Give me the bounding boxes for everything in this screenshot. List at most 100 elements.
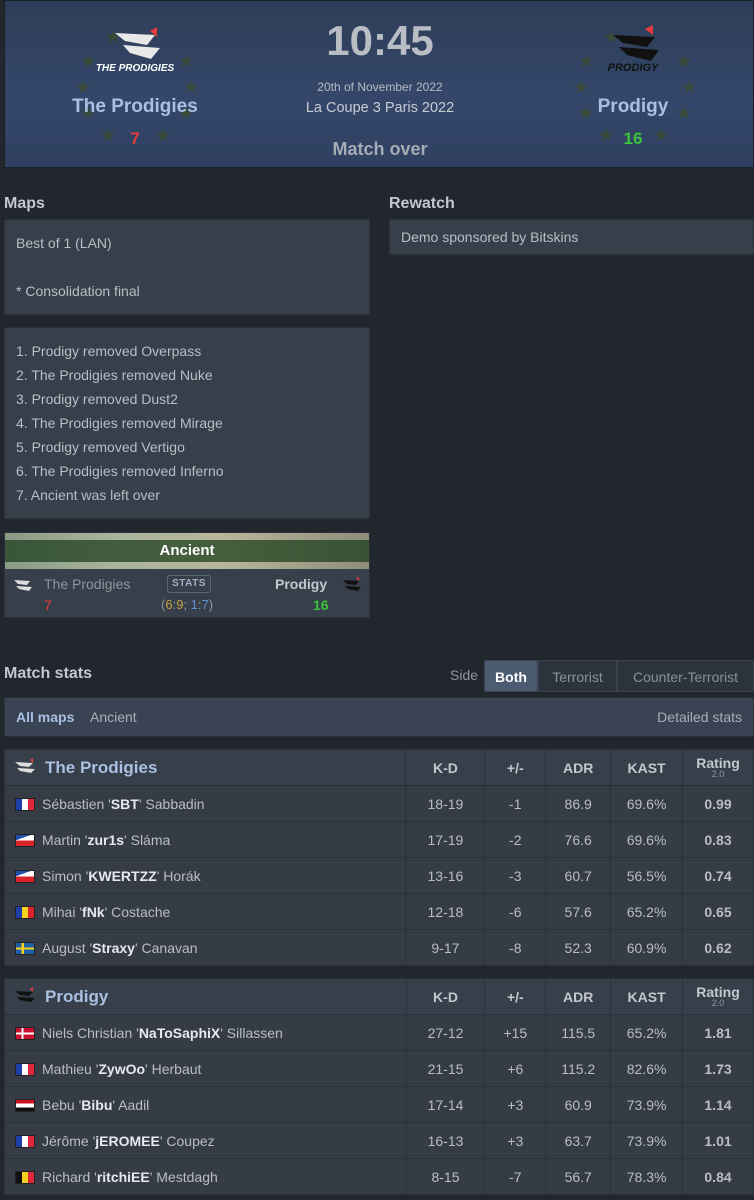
team1-name[interactable]: The Prodigies: [35, 96, 235, 118]
detailed-stats-link[interactable]: Detailed stats: [657, 709, 742, 725]
ancient-tab[interactable]: Ancient: [90, 709, 137, 725]
team2-table-name[interactable]: Prodigy: [45, 987, 108, 1006]
team1-stats-table: The Prodigies K-D +/- ADR KAST Rating 2.0…: [3, 749, 754, 966]
match-time: 10:45: [326, 17, 434, 64]
all-maps-tab[interactable]: All maps: [16, 709, 74, 725]
kd-cell: 16-13: [405, 1122, 486, 1159]
kast-cell: 73.9%: [610, 1122, 684, 1159]
player-nickname[interactable]: NaToSaphiX: [139, 1025, 220, 1041]
side-ct-tab[interactable]: Counter-Terrorist: [617, 660, 754, 692]
table-row: Mathieu 'ZywOo' Herbaut 21-15 +6 115.2 82.6%…: [4, 1050, 754, 1087]
player-nickname[interactable]: KWERTZZ: [88, 868, 156, 884]
kd-cell: 21-15: [405, 1050, 486, 1087]
player-last-name: ' Mestdagh: [149, 1168, 218, 1185]
player-cell[interactable]: Niels Christian 'NaToSaphiX' Sillassen: [4, 1014, 407, 1051]
player-cell[interactable]: Simon 'KWERTZZ' Horák: [3, 857, 407, 894]
team1-table-name[interactable]: The Prodigies: [45, 758, 157, 777]
country-flag-icon: [15, 797, 35, 811]
side-terrorist-tab[interactable]: Terrorist: [538, 660, 617, 692]
veto-line: 6. The Prodigies removed Inferno: [16, 463, 224, 479]
player-last-name: ' Canavan: [134, 939, 198, 956]
kd-cell: 17-14: [405, 1086, 486, 1123]
table-header-row: Prodigy K-D +/- ADR KAST Rating 2.0: [4, 978, 754, 1015]
kast-header: KAST: [610, 978, 684, 1015]
rating-header: Rating 2.0: [682, 749, 754, 786]
player-nickname[interactable]: fNk: [82, 904, 105, 920]
map-banner-image: Ancient: [5, 533, 369, 569]
team1-logo-text: THE PRODIGIES: [96, 63, 175, 74]
plus-minus-cell: -7: [484, 1158, 547, 1195]
player-first-name: Mathieu ': [42, 1060, 99, 1077]
team1-table-header[interactable]: The Prodigies: [3, 749, 407, 786]
demo-box[interactable]: Demo sponsored by Bitskins: [389, 219, 754, 255]
player-nickname[interactable]: jEROMEE: [95, 1133, 160, 1149]
side-both-tab[interactable]: Both: [484, 660, 538, 692]
prodigy-mini-logo: [343, 577, 361, 591]
player-cell[interactable]: Sébastien 'SBT' Sabbadin: [3, 785, 407, 822]
country-flag-icon: [15, 869, 35, 883]
team1-block[interactable]: ★ ★ ★ ★ ★ ★ ★ ★ ★ THE PRODIGIES The Prod…: [35, 1, 235, 169]
player-first-name: Richard ': [42, 1168, 97, 1185]
player-cell[interactable]: Richard 'ritchiEE' Mestdagh: [4, 1158, 407, 1195]
kast-cell: 56.5%: [610, 857, 684, 894]
player-first-name: Bebu ': [42, 1096, 82, 1113]
veto-line: 1. Prodigy removed Overpass: [16, 343, 202, 359]
team2-name[interactable]: Prodigy: [533, 96, 733, 118]
plus-minus-cell: -8: [484, 929, 547, 966]
veto-box: 1. Prodigy removed Overpass 2. The Prodi…: [4, 327, 370, 519]
adr-cell: 52.3: [545, 929, 612, 966]
adr-cell: 115.2: [545, 1050, 612, 1087]
player-cell[interactable]: Jérôme 'jEROMEE' Coupez: [4, 1122, 407, 1159]
result-team1-score: 7: [44, 597, 52, 613]
player-cell[interactable]: Mihai 'fNk' Costache: [3, 893, 407, 930]
kast-cell: 65.2%: [610, 1014, 684, 1051]
player-nickname[interactable]: SBT: [111, 796, 139, 812]
player-nickname[interactable]: Bibu: [81, 1097, 112, 1113]
country-flag-icon: [15, 905, 35, 919]
result-team1-name[interactable]: The Prodigies: [44, 576, 130, 592]
player-cell[interactable]: Bebu 'Bibu' Aadil: [4, 1086, 407, 1123]
kd-cell: 9-17: [405, 929, 486, 966]
kd-cell: 13-16: [405, 857, 486, 894]
player-cell[interactable]: Martin 'zur1s' Sláma: [3, 821, 407, 858]
adr-cell: 115.5: [545, 1014, 612, 1051]
side-label: Side: [450, 667, 479, 683]
kast-cell: 60.9%: [610, 929, 684, 966]
stats-button[interactable]: STATS: [167, 575, 211, 593]
result-team2-name[interactable]: Prodigy: [275, 576, 327, 592]
player-first-name: Sébastien ': [42, 795, 111, 812]
rating-cell: 1.01: [682, 1122, 754, 1159]
player-last-name: ' Coupez: [159, 1132, 215, 1149]
rating-cell: 1.81: [682, 1014, 754, 1051]
event-name[interactable]: La Coupe 3 Paris 2022: [235, 100, 525, 116]
kd-cell: 27-12: [405, 1014, 486, 1051]
maps-format: Best of 1 (LAN): [16, 235, 112, 251]
player-first-name: August ': [42, 939, 93, 956]
player-nickname[interactable]: ritchiEE: [97, 1169, 150, 1185]
plus-minus-header: +/-: [484, 749, 547, 786]
player-last-name: ' Herbaut: [145, 1060, 202, 1077]
team2-block[interactable]: ★ ★ ★ ★ ★ ★ ★ ★ ★ PRODIGY Prodigy 16: [533, 1, 733, 169]
kast-cell: 78.3%: [610, 1158, 684, 1195]
match-status: Match over: [332, 139, 428, 159]
match-header: ★ ★ ★ ★ ★ ★ ★ ★ ★ THE PRODIGIES The Prod…: [4, 0, 754, 168]
player-nickname[interactable]: ZywOo: [98, 1061, 145, 1077]
player-cell[interactable]: Mathieu 'ZywOo' Herbaut: [4, 1050, 407, 1087]
team2-table-header[interactable]: Prodigy: [4, 978, 407, 1015]
player-first-name: Mihai ': [42, 903, 83, 920]
plus-minus-cell: +15: [484, 1014, 547, 1051]
rating-cell: 0.65: [682, 893, 754, 930]
map-result-card[interactable]: Ancient The Prodigies 7 STATS (6:9; 1:7)…: [4, 532, 370, 618]
player-nickname[interactable]: Straxy: [92, 940, 135, 956]
match-stats-title: Match stats: [4, 665, 93, 682]
rating-cell: 0.74: [682, 857, 754, 894]
map-name: Ancient: [5, 540, 369, 562]
veto-line: 3. Prodigy removed Dust2: [16, 391, 178, 407]
player-last-name: ' Sabbadin: [138, 795, 205, 812]
table-row: August 'Straxy' Canavan 9-17 -8 52.3 60.9% 0.…: [3, 929, 754, 966]
demo-link[interactable]: Demo sponsored by Bitskins: [401, 229, 578, 245]
rating-cell: 0.84: [682, 1158, 754, 1195]
player-nickname[interactable]: zur1s: [87, 832, 124, 848]
country-flag-icon: [15, 1098, 35, 1112]
player-cell[interactable]: August 'Straxy' Canavan: [3, 929, 407, 966]
